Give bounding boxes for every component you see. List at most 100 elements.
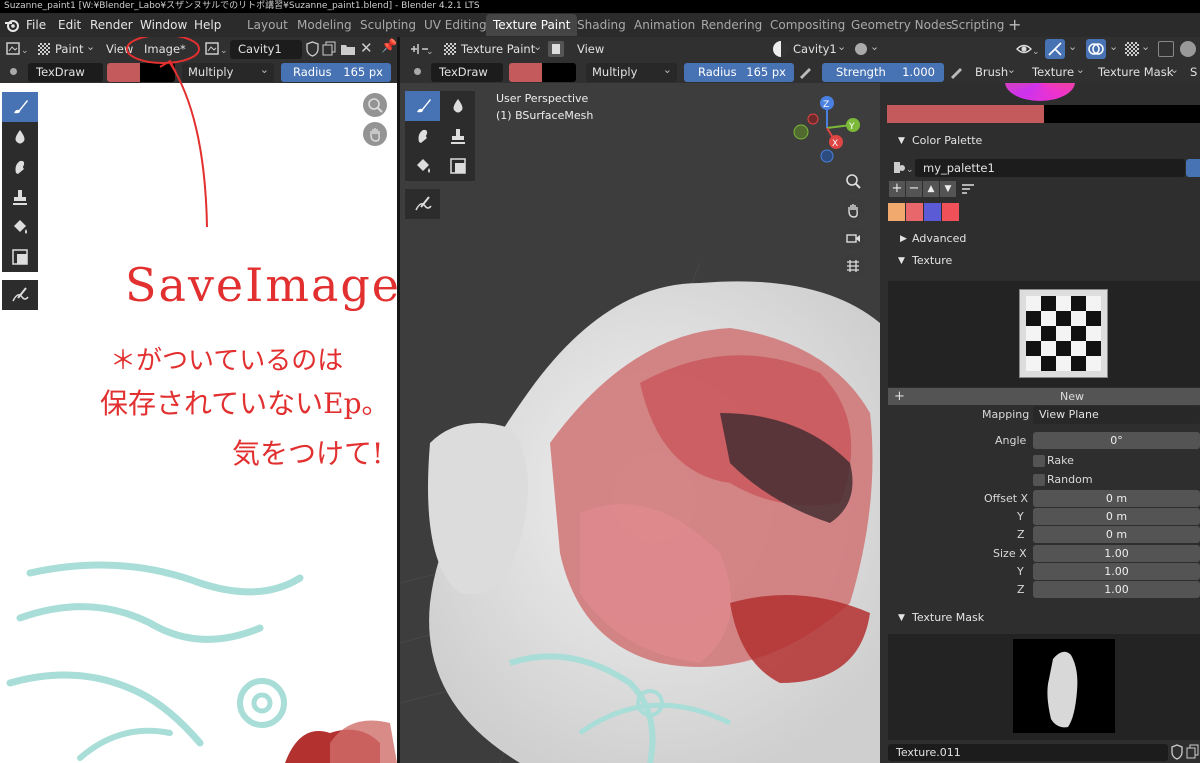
palette-name-field[interactable]: my_palette1: [915, 159, 1185, 177]
palette-browse-icon[interactable]: ⌄: [892, 160, 914, 176]
tool-annotate[interactable]: [2, 280, 38, 310]
tab-layout[interactable]: Layout: [240, 14, 295, 36]
xray-icon[interactable]: [1125, 42, 1139, 56]
tab-animation[interactable]: Animation: [627, 14, 702, 36]
vp-pan-hand-icon[interactable]: [841, 198, 865, 222]
size-x-field[interactable]: 1.00: [1033, 545, 1200, 562]
tab-modeling[interactable]: Modeling: [290, 14, 359, 36]
color-bar-primary[interactable]: [887, 105, 1044, 123]
vp-radius-slider[interactable]: Radius 165 px: [684, 63, 794, 82]
vp-blend-mode-dropdown[interactable]: Multiply: [586, 60, 677, 82]
vp-tool-annotate[interactable]: [405, 189, 440, 219]
navigation-gizmo[interactable]: Z Y X: [785, 95, 865, 165]
overlay-chevron-icon: ⌄: [1109, 40, 1119, 53]
vp-grid-view-icon[interactable]: [841, 254, 865, 278]
advanced-header[interactable]: ▶ Advanced: [887, 229, 1200, 249]
vp-tool-draw[interactable]: [405, 91, 440, 121]
visibility-eye-icon[interactable]: ⌄: [1016, 41, 1040, 57]
obj-chevron-icon: ⌄: [837, 40, 847, 53]
mask-duplicate-icon[interactable]: [1186, 744, 1200, 760]
vp-strength-pressure-icon[interactable]: [948, 64, 964, 80]
mode-texture-paint-dropdown[interactable]: Texture Paint: [461, 40, 535, 59]
overlay-toggle-icon[interactable]: [1086, 39, 1106, 59]
palette-swatch[interactable]: [906, 203, 923, 221]
vp-zoom-icon[interactable]: [841, 169, 865, 193]
random-checkbox[interactable]: [1033, 474, 1045, 486]
solid-shading-icon[interactable]: [1180, 41, 1196, 57]
palette-swatch[interactable]: [942, 203, 959, 221]
tab-geometry-nodes[interactable]: Geometry Nodes: [844, 14, 959, 36]
vp-strength-value: 1.000: [902, 65, 935, 79]
vp-tool-smear[interactable]: [405, 121, 440, 151]
gizmo-toggle-icon[interactable]: [1045, 39, 1065, 59]
tab-uv-editing[interactable]: UV Editing: [417, 14, 494, 36]
vp-strength-slider[interactable]: Strength 1.000: [822, 63, 944, 82]
editor-type-3d-icon[interactable]: ⌄: [408, 40, 434, 58]
vp-tool-mask[interactable]: [440, 151, 475, 181]
vp-texture-mask-menu[interactable]: Texture Mask: [1092, 60, 1184, 82]
angle-field[interactable]: 0°: [1033, 432, 1200, 449]
add-workspace-icon[interactable]: +: [1008, 15, 1021, 34]
color-palette-header[interactable]: ▼ Color Palette: [887, 131, 1200, 151]
size-x-label: Size X: [993, 547, 1027, 560]
new-texture-button[interactable]: + New: [888, 388, 1200, 405]
offset-z-label: Z: [1017, 528, 1025, 541]
palette-swatch[interactable]: [888, 203, 905, 221]
offset-z-field[interactable]: 0 m: [1033, 526, 1200, 543]
palette-move-up-icon[interactable]: ▲: [923, 181, 939, 197]
blender-logo-icon[interactable]: [4, 17, 20, 33]
menu-edit[interactable]: Edit: [58, 13, 81, 37]
menu-file[interactable]: File: [26, 13, 46, 37]
menu-render[interactable]: Render: [90, 13, 133, 37]
vp-texture-menu[interactable]: Texture: [1026, 60, 1090, 82]
vp-secondary-color-swatch[interactable]: [542, 63, 576, 82]
palette-move-down-icon[interactable]: ▼: [940, 181, 956, 197]
mask-fake-user-icon[interactable]: [1170, 744, 1184, 760]
menu-help[interactable]: Help: [194, 13, 221, 37]
rake-checkbox[interactable]: [1033, 455, 1045, 467]
palette-fake-user-icon[interactable]: [1186, 159, 1200, 177]
vp-tool-clone[interactable]: [440, 121, 475, 151]
size-z-field[interactable]: 1.00: [1033, 581, 1200, 598]
texture-preview-box[interactable]: [888, 281, 1200, 387]
texture-mask-header[interactable]: ▼ Texture Mask: [887, 608, 1200, 628]
tab-compositing[interactable]: Compositing: [763, 14, 852, 36]
texture-mask-preview-box[interactable]: [888, 634, 1200, 740]
palette-swatch[interactable]: [924, 203, 941, 221]
vp-tool-fill[interactable]: [405, 151, 440, 181]
mask-toggle-icon[interactable]: [548, 41, 564, 57]
vp-brush-name-field[interactable]: TexDraw: [431, 63, 503, 82]
wireframe-shading-icon[interactable]: [1158, 41, 1174, 57]
viewport-menu-view[interactable]: View: [577, 40, 604, 59]
tab-rendering[interactable]: Rendering: [694, 14, 769, 36]
gizmo-chevron-icon: ⌄: [1068, 40, 1078, 53]
palette-sort-icon[interactable]: [960, 181, 976, 197]
vp-brush-menu[interactable]: Brush: [969, 60, 1021, 82]
size-y-field[interactable]: 1.00: [1033, 563, 1200, 580]
viewport-3d[interactable]: User Perspective (1) BSurfaceMesh Z Y X: [400, 83, 880, 763]
offset-x-field[interactable]: 0 m: [1033, 490, 1200, 507]
vp-brush-color-swatch[interactable]: [509, 63, 542, 82]
tool-mask[interactable]: [2, 242, 38, 272]
tab-scripting[interactable]: Scripting: [944, 14, 1011, 36]
vp-radius-pressure-icon[interactable]: [797, 64, 813, 80]
mask-texture-name-field[interactable]: Texture.011: [888, 744, 1168, 761]
tab-texture-paint[interactable]: Texture Paint: [486, 14, 578, 36]
vp-camera-icon[interactable]: [841, 226, 865, 250]
color-wheel[interactable]: [1005, 83, 1075, 101]
active-object-dropdown[interactable]: Cavity1: [793, 40, 837, 59]
mapping-dropdown[interactable]: View Plane: [1033, 406, 1200, 424]
color-bar-secondary[interactable]: [1044, 105, 1200, 123]
tab-sculpting[interactable]: Sculpting: [353, 14, 423, 36]
offset-x-label: Offset X: [984, 492, 1029, 505]
texture-header[interactable]: ▼ Texture: [887, 251, 1200, 271]
vp-tool-soften[interactable]: [440, 91, 475, 121]
record-dot-icon[interactable]: [855, 43, 867, 55]
tab-shading[interactable]: Shading: [570, 14, 633, 36]
palette-add-icon[interactable]: +: [889, 181, 905, 197]
offset-y-field[interactable]: 0 m: [1033, 508, 1200, 525]
annotation-line-4: 気をつけて!: [232, 437, 384, 470]
vp-more-menu[interactable]: S: [1190, 63, 1197, 82]
palette-remove-icon[interactable]: −: [906, 181, 922, 197]
menu-window[interactable]: Window: [140, 13, 187, 37]
